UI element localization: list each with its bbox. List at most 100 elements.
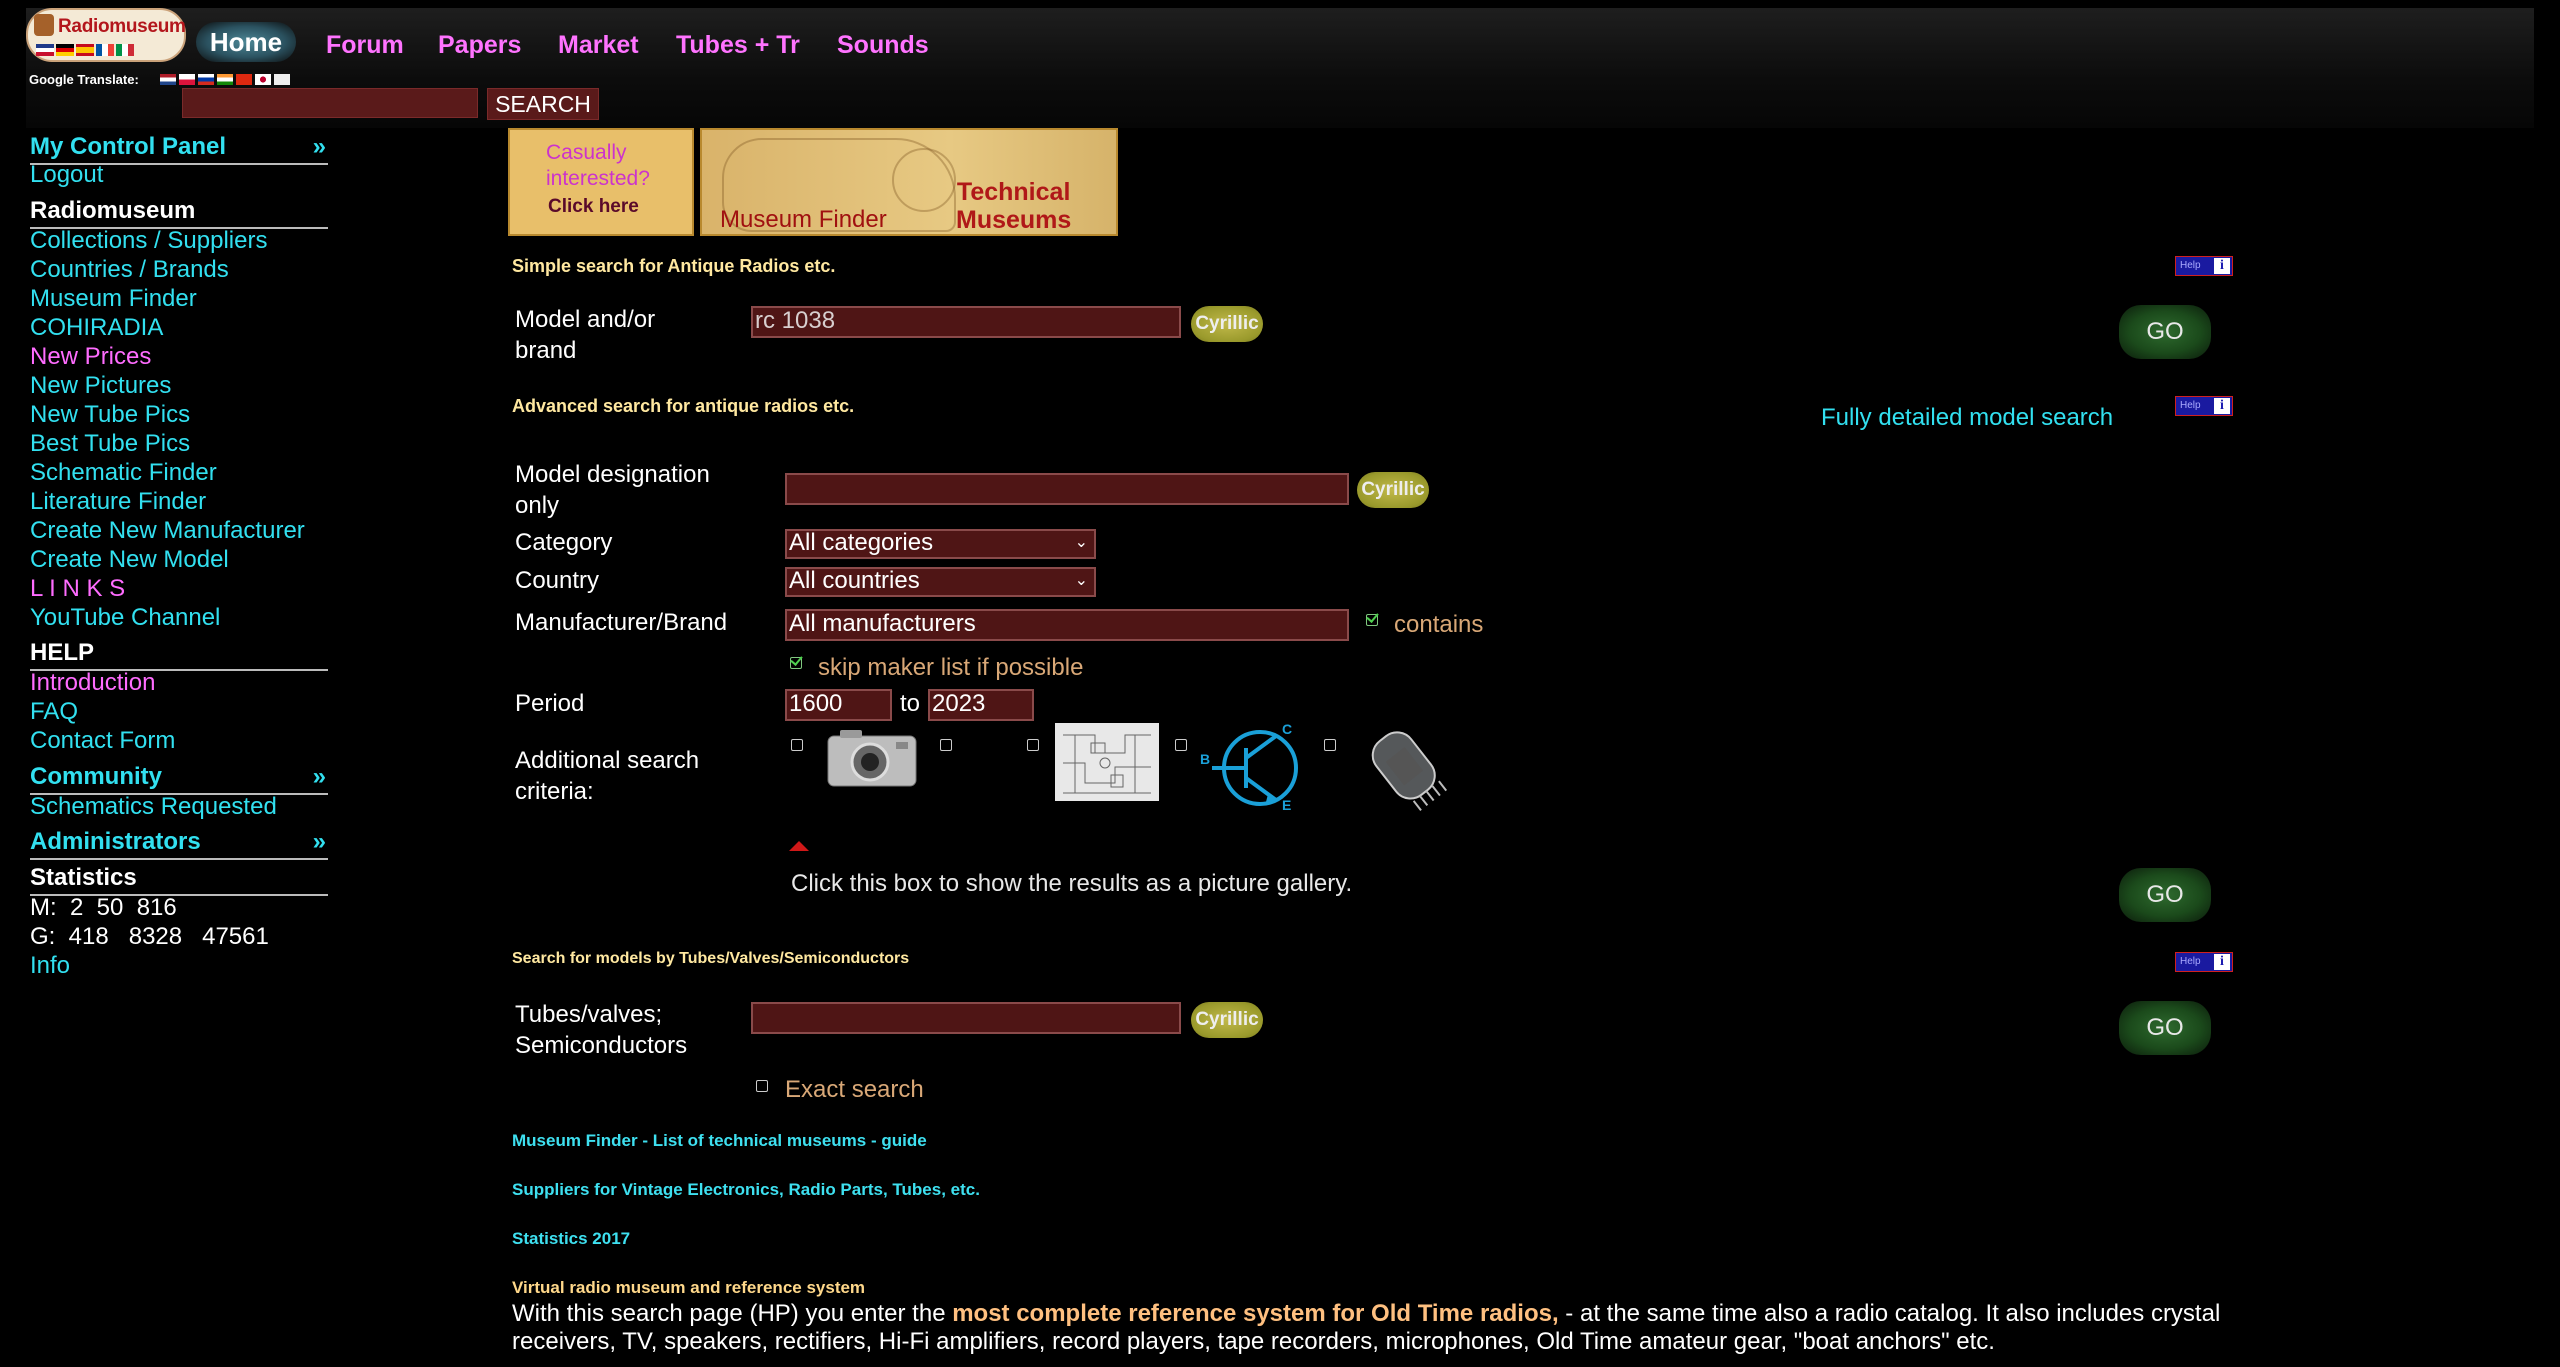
schematic-criterion-checkbox[interactable]	[940, 739, 952, 751]
sidebar-item-faq[interactable]: FAQ	[30, 698, 78, 726]
logout-link[interactable]: Logout	[30, 161, 103, 189]
sidebar-item-schematic-finder[interactable]: Schematic Finder	[30, 459, 217, 487]
statistics-2017-link[interactable]: Statistics 2017	[512, 1229, 630, 1249]
skip-maker-checkbox[interactable]	[790, 657, 802, 669]
sidebar-item-create-manufacturer[interactable]: Create New Manufacturer	[30, 517, 305, 545]
category-select[interactable]: All categories ⌄	[785, 529, 1096, 559]
tube-search-go-button[interactable]: GO	[2119, 1001, 2211, 1055]
stat-info-link[interactable]: Info	[30, 952, 70, 980]
flag-en-icon[interactable]	[36, 44, 54, 56]
banner-click-here: Click here	[548, 196, 639, 217]
flag-de-icon[interactable]	[56, 44, 74, 56]
sidebar-item-introduction[interactable]: Introduction	[30, 669, 155, 697]
logo-text: Radiomuseum	[58, 16, 186, 37]
tube-search-help-icon[interactable]: Help i	[2175, 952, 2233, 972]
period-to-word: to	[900, 690, 921, 717]
banner-museums: Museums	[956, 206, 1072, 234]
advanced-search-help-icon[interactable]: Help i	[2175, 396, 2233, 416]
sidebar-item-collections[interactable]: Collections / Suppliers	[30, 227, 267, 255]
flag-cn-icon[interactable]	[236, 74, 252, 85]
nav-forum[interactable]: Forum	[326, 31, 404, 60]
sidebar-item-contact[interactable]: Contact Form	[30, 727, 175, 755]
museum-finder-banner[interactable]: Museum Finder Technical Museums	[700, 128, 1118, 236]
radio-logo-icon	[34, 14, 54, 36]
nav-sounds[interactable]: Sounds	[837, 31, 929, 60]
sidebar-item-literature-finder[interactable]: Literature Finder	[30, 488, 206, 516]
language-flags[interactable]	[36, 44, 134, 56]
sidebar-item-links[interactable]: L I N K S	[30, 575, 125, 603]
sidebar-item-schematics-requested[interactable]: Schematics Requested	[30, 793, 277, 821]
virtual-museum-heading: Virtual radio museum and reference syste…	[512, 1278, 866, 1297]
museum-finder-guide-link[interactable]: Museum Finder - List of technical museum…	[512, 1131, 927, 1151]
sidebar-item-new-pictures[interactable]: New Pictures	[30, 372, 171, 400]
community-arrow-icon: »	[312, 763, 326, 790]
casually-interested-banner[interactable]: Casually interested? Click here	[508, 128, 694, 236]
exact-search-checkbox[interactable]	[756, 1080, 768, 1092]
flag-it-icon[interactable]	[116, 44, 134, 56]
triangle-up-icon[interactable]	[787, 839, 811, 853]
category-label: Category	[515, 529, 613, 556]
community-link[interactable]: Community »	[30, 763, 328, 795]
model-designation-input[interactable]	[785, 473, 1349, 505]
administrators-link[interactable]: Administrators »	[30, 828, 328, 860]
transistor-icon: B C E	[1200, 721, 1298, 810]
sidebar-item-new-prices[interactable]: New Prices	[30, 343, 151, 371]
nav-home[interactable]: Home	[196, 22, 296, 62]
advanced-cyrillic-button[interactable]: Cyrillic	[1357, 472, 1429, 508]
tubes-label-1: Tubes/valves;	[515, 1001, 663, 1028]
translate-flags[interactable]	[160, 74, 290, 85]
nav-tubes[interactable]: Tubes + Tr	[676, 31, 800, 60]
photo-criterion-checkbox[interactable]	[791, 739, 803, 751]
flag-fr-icon[interactable]	[96, 44, 114, 56]
period-label: Period	[515, 690, 585, 717]
site-search-input[interactable]	[182, 88, 478, 118]
model-brand-input[interactable]: rc 1038	[751, 306, 1181, 338]
sidebar-item-best-tube-pics[interactable]: Best Tube Pics	[30, 430, 190, 458]
chevron-down-icon: ⌄	[1074, 534, 1088, 551]
advanced-search-go-button[interactable]: GO	[2119, 868, 2211, 922]
additional-criteria-label-1: Additional search	[515, 747, 700, 774]
schematic-icon	[1055, 723, 1159, 801]
nav-papers[interactable]: Papers	[438, 31, 521, 60]
simple-search-go-button[interactable]: GO	[2119, 305, 2211, 359]
help-label: Help	[2180, 400, 2201, 411]
flag-pl-icon[interactable]	[179, 74, 195, 85]
country-select[interactable]: All countries ⌄	[785, 567, 1096, 597]
svg-text:C: C	[1282, 721, 1292, 737]
semiconductor-criterion-checkbox[interactable]	[1175, 739, 1187, 751]
manufacturer-input[interactable]: All manufacturers	[785, 609, 1349, 641]
nav-market[interactable]: Market	[558, 31, 639, 60]
sidebar-item-new-tube-pics[interactable]: New Tube Pics	[30, 401, 190, 429]
flag-nl-icon[interactable]	[160, 74, 176, 85]
banner-casual-line1: Casually	[546, 141, 627, 164]
flag-ru-icon[interactable]	[198, 74, 214, 85]
period-from-input[interactable]: 1600	[785, 689, 892, 721]
radiomuseum-logo[interactable]: Radiomuseum	[26, 8, 186, 62]
period-to-input[interactable]: 2023	[928, 689, 1034, 721]
sidebar-item-countries[interactable]: Countries / Brands	[30, 256, 229, 284]
simple-search-help-icon[interactable]: Help i	[2175, 256, 2233, 276]
country-label: Country	[515, 567, 600, 594]
sidebar-item-museum-finder[interactable]: Museum Finder	[30, 285, 197, 313]
model-designation-label-1: Model designation	[515, 461, 710, 488]
tubes-input[interactable]	[751, 1002, 1181, 1034]
contains-label: contains	[1394, 611, 1484, 638]
sidebar-item-cohiradia[interactable]: COHIRADIA	[30, 314, 163, 342]
schematic2-criterion-checkbox[interactable]	[1027, 739, 1039, 751]
help-label: Help	[2180, 956, 2201, 967]
flag-in-icon[interactable]	[217, 74, 233, 85]
fully-detailed-search-link[interactable]: Fully detailed model search	[1821, 404, 2113, 432]
flag-other-icon[interactable]	[274, 74, 290, 85]
sidebar-item-create-model[interactable]: Create New Model	[30, 546, 229, 574]
suppliers-link[interactable]: Suppliers for Vintage Electronics, Radio…	[512, 1180, 980, 1200]
tube-criterion-checkbox[interactable]	[1324, 739, 1336, 751]
gallery-option-text[interactable]: Click this box to show the results as a …	[791, 870, 1352, 898]
flag-es-icon[interactable]	[76, 44, 94, 56]
tube-cyrillic-button[interactable]: Cyrillic	[1191, 1002, 1263, 1038]
sidebar-item-youtube[interactable]: YouTube Channel	[30, 604, 220, 632]
flag-jp-icon[interactable]	[255, 74, 271, 85]
site-search-button[interactable]: SEARCH	[487, 88, 599, 120]
banner-dial-icon	[892, 148, 956, 212]
contains-checkbox[interactable]	[1366, 614, 1378, 626]
simple-cyrillic-button[interactable]: Cyrillic	[1191, 306, 1263, 342]
